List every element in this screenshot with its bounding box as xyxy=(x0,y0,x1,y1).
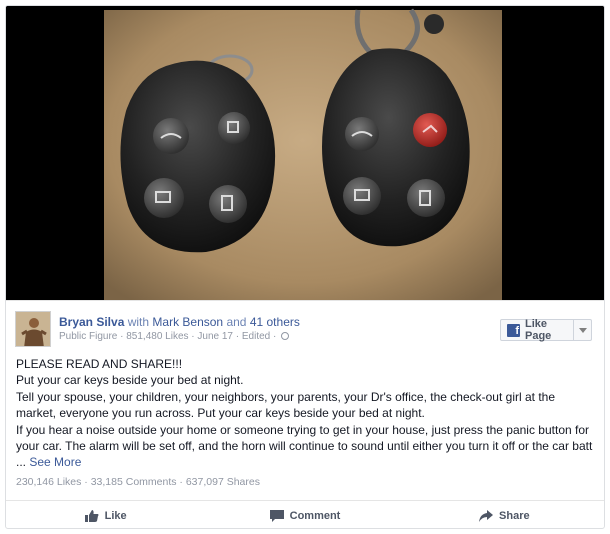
like-label: Like xyxy=(104,509,127,522)
post-line-last: ... See More xyxy=(16,454,601,470)
facebook-icon: f xyxy=(507,323,520,337)
post-line: market, everyone you run across. Put you… xyxy=(16,406,425,421)
post-meta-text: Public Figure · 851,480 Likes · June 17 … xyxy=(59,331,277,342)
chevron-down-icon[interactable] xyxy=(573,320,591,340)
post-card: Bryan Silva with Mark Benson and 41 othe… xyxy=(5,5,605,529)
avatar-image xyxy=(16,312,50,346)
share-button[interactable]: Share xyxy=(405,501,604,528)
action-bar: Like Comment Share xyxy=(6,500,604,528)
avatar[interactable] xyxy=(15,311,51,347)
like-page-label: Like Page xyxy=(525,318,552,342)
car-key-fobs-photo xyxy=(6,6,604,300)
like-page-button[interactable]: f Like Page xyxy=(500,318,592,342)
post-line: If you hear a noise outside your home or… xyxy=(16,422,589,437)
with-text: with xyxy=(127,315,150,329)
post-body: PLEASE READ AND SHARE!!! Put your car ke… xyxy=(16,356,601,471)
globe-icon xyxy=(281,332,290,340)
author-name[interactable]: Bryan Silva xyxy=(59,315,124,329)
tagged-others[interactable]: 41 others xyxy=(250,315,300,329)
comment-label: Comment xyxy=(289,509,341,522)
post-meta: Public Figure · 851,480 Likes · June 17 … xyxy=(59,331,290,342)
and-text: and xyxy=(226,315,247,329)
like-button[interactable]: Like xyxy=(6,501,205,528)
post-header: Bryan Silva with Mark Benson and 41 othe… xyxy=(6,300,604,350)
tagged-person[interactable]: Mark Benson xyxy=(152,315,223,329)
post-line: PLEASE READ AND SHARE!!! xyxy=(16,357,183,371)
ellipsis: ... xyxy=(16,455,27,470)
share-arrow-icon xyxy=(479,509,494,522)
post-photo[interactable] xyxy=(6,6,604,300)
post-stats[interactable]: 230,146 Likes · 33,185 Comments · 637,09… xyxy=(16,476,260,488)
comment-button[interactable]: Comment xyxy=(205,501,404,528)
post-line: your car. The alarm will be set off, and… xyxy=(16,439,593,454)
see-more-link[interactable]: See More xyxy=(29,455,81,469)
comment-icon xyxy=(269,509,284,522)
post-line: Put your car keys beside your bed at nig… xyxy=(16,373,244,388)
author-line: Bryan Silva with Mark Benson and 41 othe… xyxy=(59,315,300,329)
share-label: Share xyxy=(499,509,530,522)
post-line: Tell your spouse, your children, your ne… xyxy=(16,389,556,404)
thumbs-up-icon xyxy=(84,509,99,522)
